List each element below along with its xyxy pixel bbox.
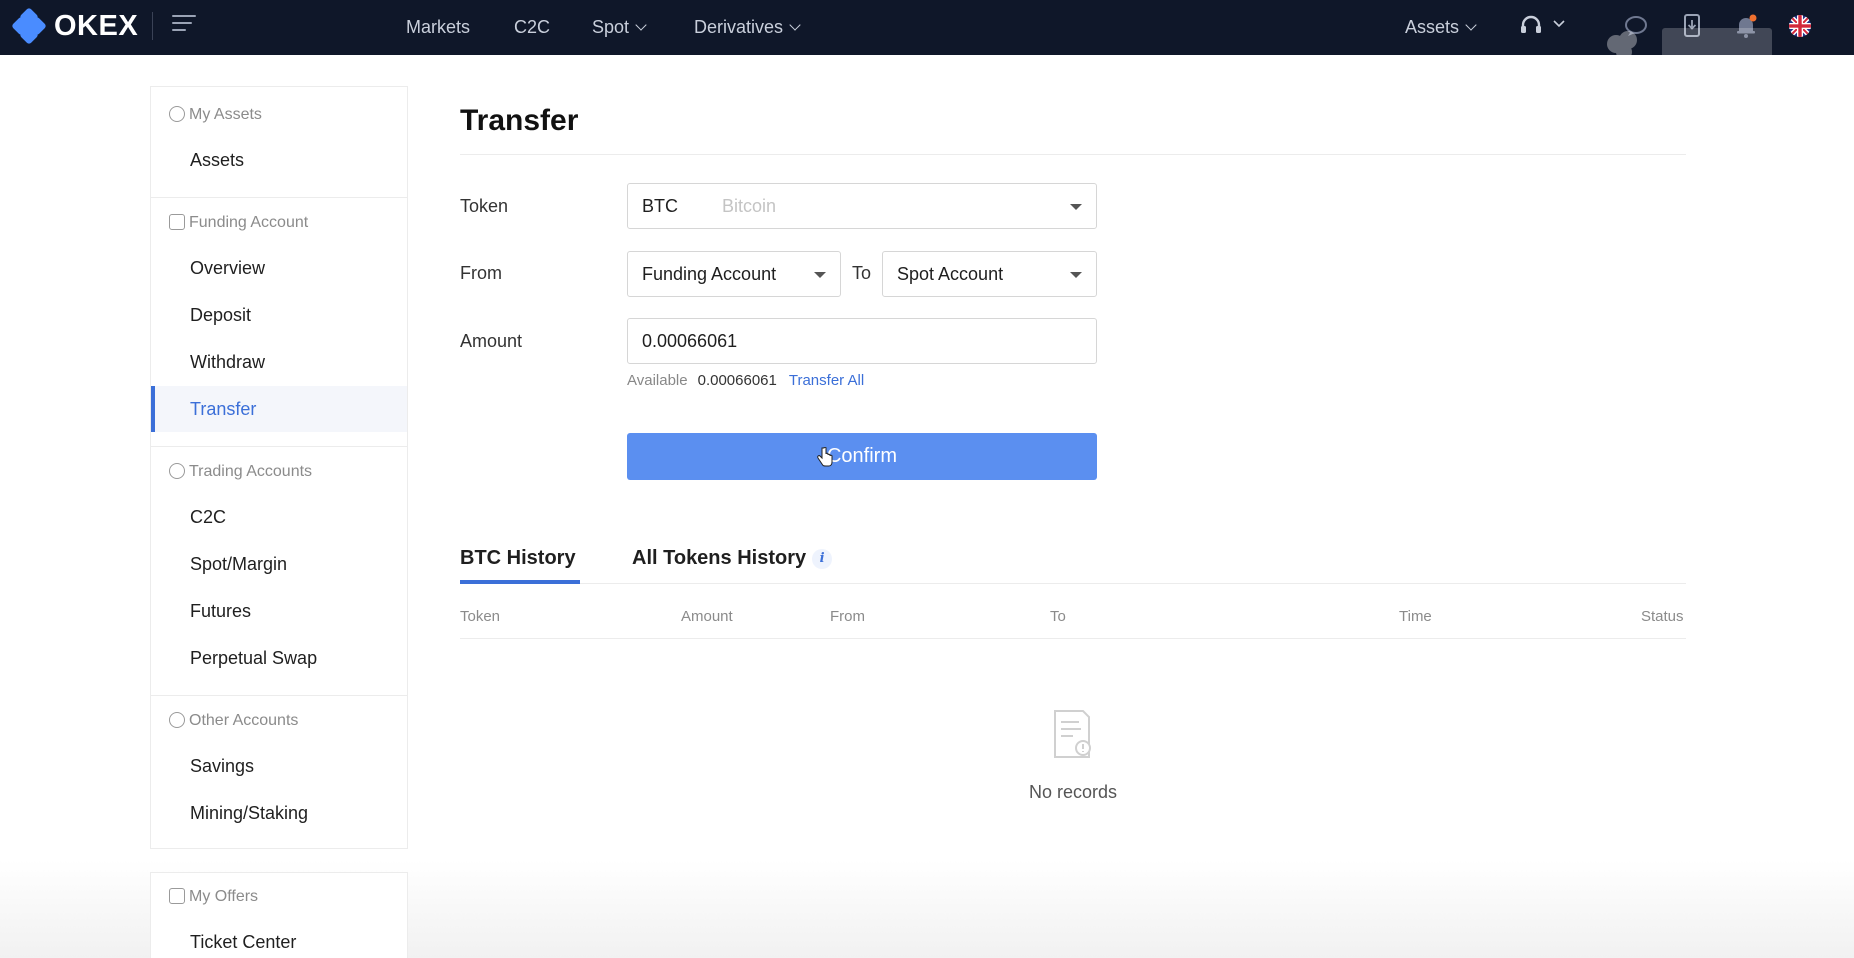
divider — [151, 446, 407, 447]
sidebar-item-assets[interactable]: Assets — [151, 137, 407, 183]
sidebar-group-my-assets: My Assets — [151, 103, 407, 127]
column-header-amount: Amount — [681, 608, 733, 625]
empty-state-text: No records — [1028, 782, 1118, 802]
to-account-select[interactable]: Spot Account — [882, 251, 1097, 297]
sidebar-item-c2c[interactable]: C2C — [151, 494, 407, 540]
from-account-select[interactable]: Funding Account — [627, 251, 841, 297]
caret-down-icon — [814, 272, 826, 278]
caret-down-icon — [1070, 272, 1082, 278]
token-label: Token — [460, 196, 509, 216]
confirm-button[interactable]: Confirm — [627, 433, 1097, 480]
sidebar-item-spot-margin[interactable]: Spot/Margin — [151, 541, 407, 587]
sidebar-item-deposit[interactable]: Deposit — [151, 292, 407, 338]
chevron-down-icon — [635, 19, 647, 31]
support-menu[interactable] — [1518, 12, 1570, 40]
nav-c2c[interactable]: C2C — [514, 14, 550, 40]
okex-logo[interactable]: OKEX — [11, 7, 139, 45]
sidebar-item-overview[interactable]: Overview — [151, 245, 407, 291]
sidebar-item-ticket-center[interactable]: Ticket Center — [151, 919, 407, 958]
column-header-time: Time — [1399, 608, 1432, 625]
divider — [460, 583, 1686, 584]
linked-circles-icon — [169, 712, 185, 728]
headset-icon — [1521, 15, 1565, 33]
divider — [151, 197, 407, 198]
token-name: Bitcoin — [722, 196, 777, 216]
menu-icon[interactable] — [172, 15, 196, 37]
exchange-icon — [169, 463, 185, 479]
chevron-down-icon — [789, 19, 801, 31]
sidebar-item-futures[interactable]: Futures — [151, 588, 407, 634]
column-header-token: Token — [460, 608, 501, 625]
to-account-value: Spot Account — [897, 264, 1004, 284]
sidebar: My Assets Assets Funding Account Overvie… — [150, 86, 408, 849]
ticket-icon — [169, 888, 185, 904]
empty-records-icon — [1054, 710, 1091, 758]
available-balance: Available 0.00066061 Transfer All — [627, 372, 864, 389]
caret-down-icon — [1070, 204, 1082, 210]
sidebar-group-label: My Offers — [189, 888, 259, 905]
wallet-icon — [169, 214, 185, 230]
sidebar-group-label: Trading Accounts — [189, 463, 313, 480]
uk-flag-icon[interactable] — [1786, 12, 1814, 40]
active-tab-indicator — [460, 580, 580, 584]
tab-btc-history[interactable]: BTC History — [460, 547, 576, 570]
available-label: Available — [627, 372, 688, 389]
sidebar-item-mining-staking[interactable]: Mining/Staking — [151, 790, 407, 836]
sidebar-item-transfer[interactable]: Transfer — [151, 386, 407, 432]
page-title: Transfer — [460, 104, 579, 137]
column-header-status: Status — [1641, 608, 1684, 625]
sidebar-group-label: Other Accounts — [189, 712, 299, 729]
sidebar-group-label: Funding Account — [189, 214, 309, 231]
tab-all-tokens-history[interactable]: All Tokens History i — [632, 547, 833, 570]
token-select[interactable]: BTC Bitcoin — [627, 183, 1097, 229]
sidebar-group-label: My Assets — [189, 106, 262, 123]
nav-spot[interactable]: Spot — [592, 14, 647, 40]
tab-label: All Tokens History — [632, 547, 807, 569]
pie-chart-icon — [169, 106, 185, 122]
sidebar-item-withdraw[interactable]: Withdraw — [151, 339, 407, 385]
watermark-logo — [1607, 28, 1772, 58]
sidebar-item-perpetual-swap[interactable]: Perpetual Swap — [151, 635, 407, 681]
sidebar-group-my-offers: My Offers — [151, 885, 407, 909]
amount-label: Amount — [460, 331, 523, 351]
nav-derivatives-label: Derivatives — [694, 17, 784, 37]
okex-logo-icon — [11, 7, 52, 45]
sidebar-offers: My Offers Ticket Center — [150, 872, 408, 958]
to-label: To — [852, 263, 872, 283]
info-icon[interactable]: i — [812, 549, 833, 569]
sidebar-item-savings[interactable]: Savings — [151, 743, 407, 789]
token-symbol: BTC — [642, 196, 678, 216]
nav-assets[interactable]: Assets — [1405, 14, 1477, 40]
hand-cursor-icon — [817, 447, 833, 467]
nav-spot-label: Spot — [592, 17, 630, 37]
chevron-down-icon — [1465, 19, 1477, 31]
divider — [460, 154, 1686, 155]
nav-markets[interactable]: Markets — [406, 14, 470, 40]
from-label: From — [460, 263, 502, 283]
column-header-to: To — [1050, 608, 1066, 625]
from-account-value: Funding Account — [642, 264, 777, 284]
divider — [460, 638, 1686, 639]
divider — [152, 12, 153, 40]
column-header-from: From — [830, 608, 865, 625]
amount-input[interactable]: 0.00066061 — [627, 318, 1097, 364]
available-value: 0.00066061 — [697, 372, 777, 389]
nav-assets-label: Assets — [1405, 17, 1460, 37]
transfer-all-link[interactable]: Transfer All — [789, 372, 864, 389]
brand-name: OKEX — [54, 9, 139, 42]
divider — [151, 695, 407, 696]
sidebar-group-funding-account: Funding Account — [151, 211, 407, 235]
sidebar-group-trading-accounts: Trading Accounts — [151, 460, 407, 484]
nav-derivatives[interactable]: Derivatives — [694, 14, 801, 40]
top-navigation-bar: OKEX Markets C2C Spot Derivatives Assets — [0, 0, 1854, 55]
sidebar-group-other-accounts: Other Accounts — [151, 709, 407, 733]
